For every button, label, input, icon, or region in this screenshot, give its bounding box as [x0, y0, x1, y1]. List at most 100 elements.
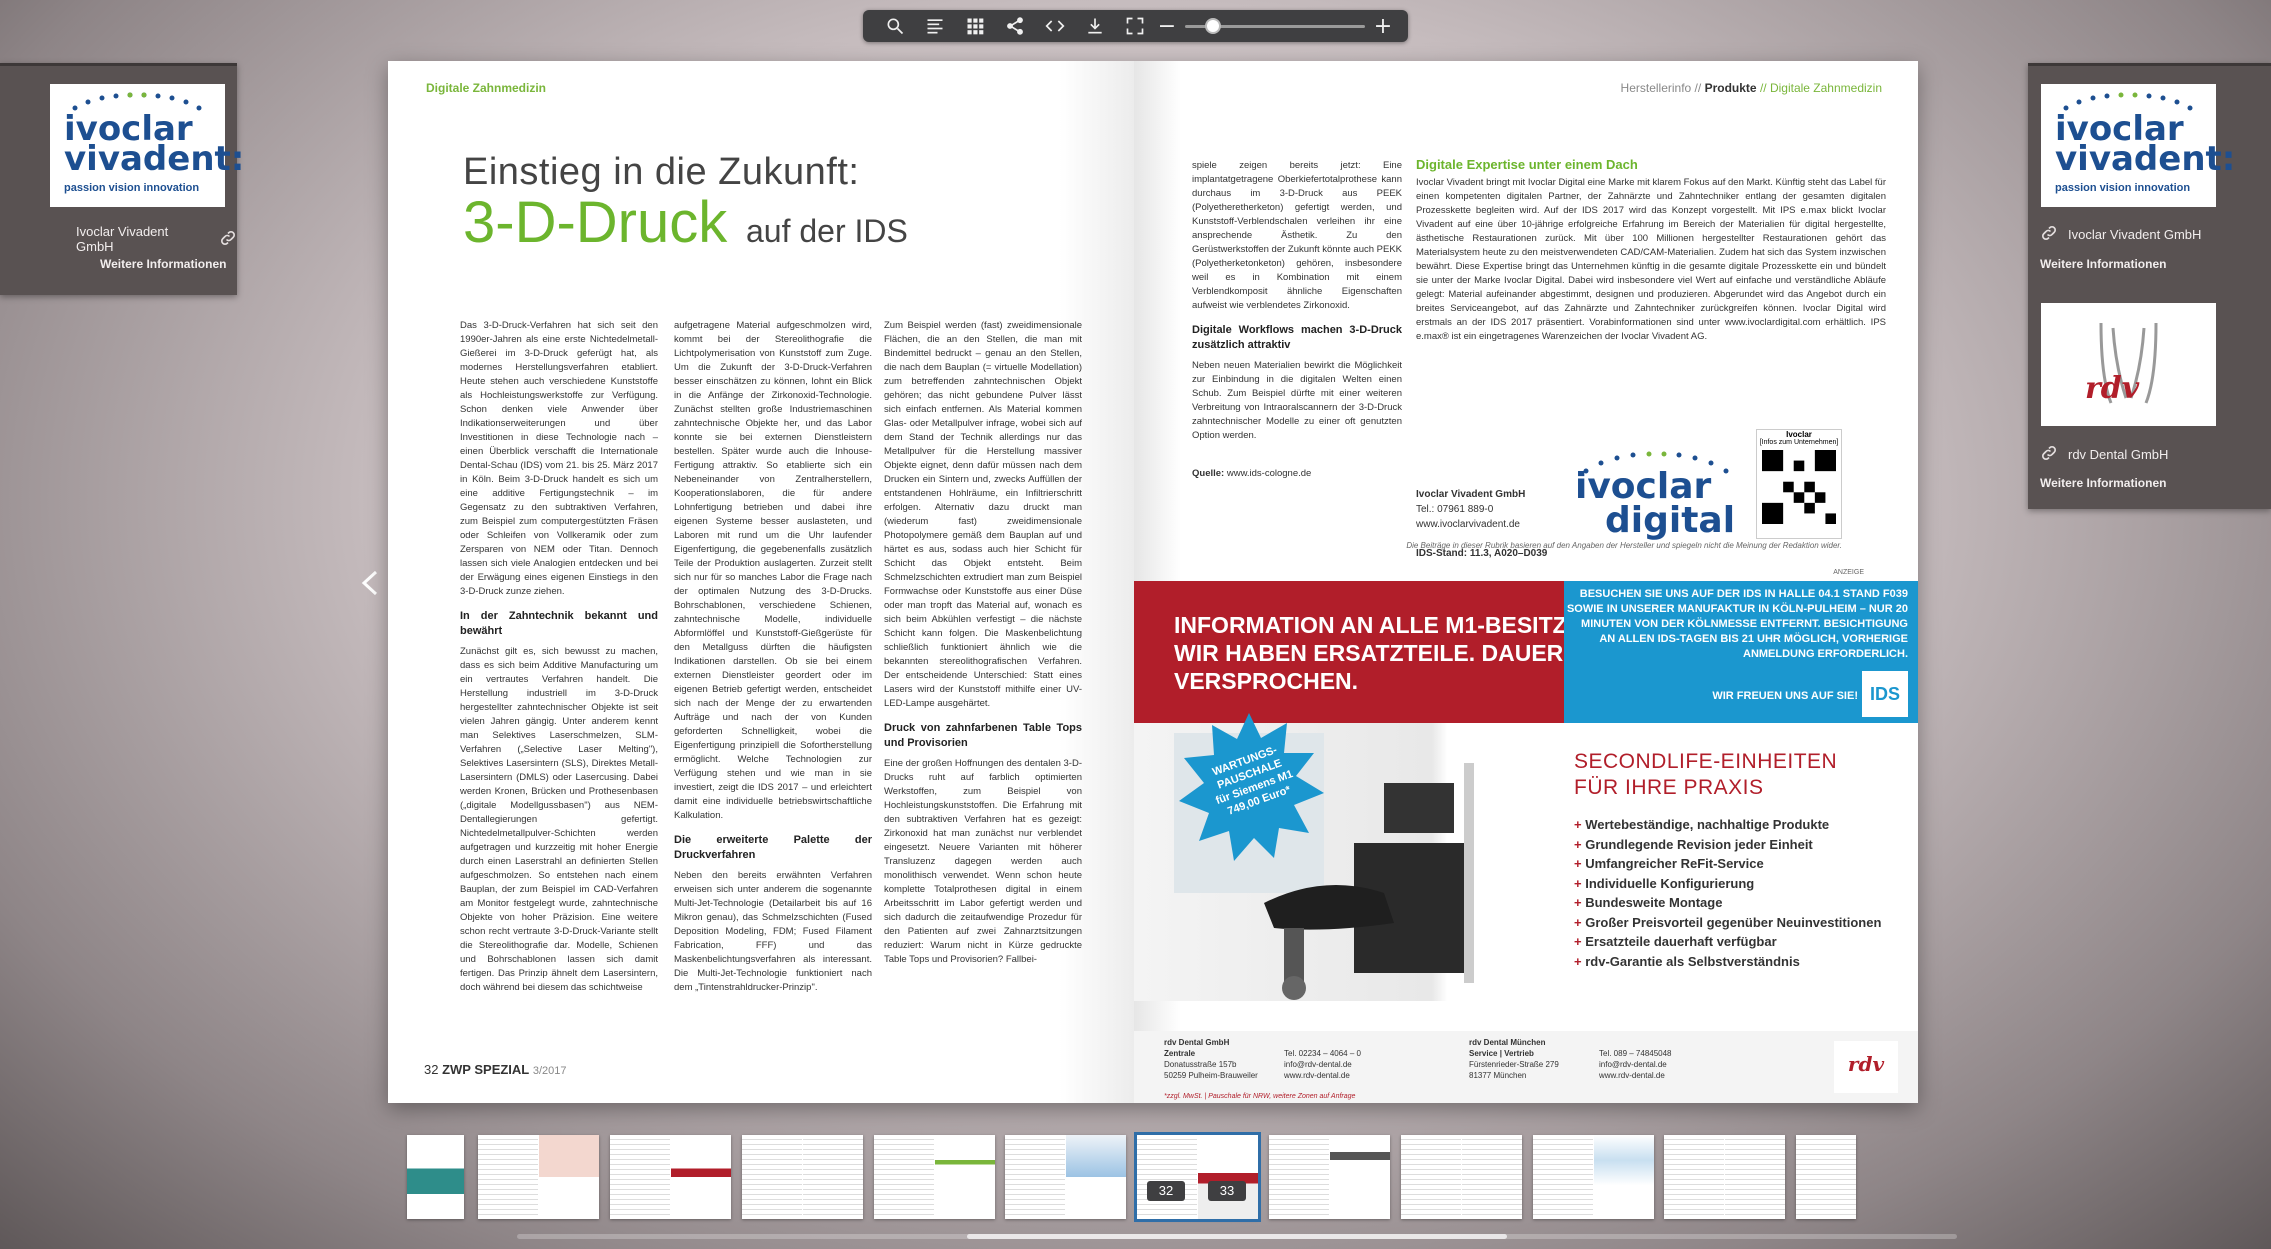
thumbnail-page: [539, 1135, 599, 1219]
address-headquarters: rdv Dental GmbH Zentrale Donatusstraße 1…: [1164, 1037, 1258, 1081]
address-line: Fürstenrieder-Straße 279: [1469, 1060, 1559, 1069]
thumbnail-page: [1066, 1135, 1126, 1219]
page-thumbnail-strip: 32 33: [0, 1113, 2271, 1222]
address-line: rdv Dental München: [1469, 1038, 1546, 1047]
source-label: Quelle:: [1192, 468, 1225, 479]
thumbnail-page: [610, 1135, 670, 1219]
zoom-out-button[interactable]: −: [1155, 14, 1179, 39]
grid-button[interactable]: [955, 10, 995, 42]
address-line: rdv Dental GmbH: [1164, 1038, 1230, 1047]
thumbnail-scrollbar[interactable]: [517, 1234, 1957, 1239]
company-name: Ivoclar Vivadent GmbH: [2068, 227, 2202, 242]
download-icon: [1088, 18, 1102, 34]
magazine-name: ZWP SPEZIAL: [442, 1062, 530, 1077]
paragraph: aufgetragene Material aufgeschmolzen wir…: [674, 320, 872, 821]
zoom-slider-handle[interactable]: [1205, 18, 1221, 34]
thumbnail[interactable]: [478, 1135, 599, 1219]
page-number: 32: [424, 1062, 439, 1077]
toc-button[interactable]: [915, 10, 955, 42]
thumbnail-page: [1269, 1135, 1329, 1219]
logo-word-vivadent: vivadent:: [64, 139, 245, 179]
thumbnail[interactable]: [1401, 1135, 1522, 1219]
zoom-slider[interactable]: [1185, 10, 1365, 42]
embed-icon: [1045, 20, 1065, 32]
contact-munich: Tel. 089 – 74845048 info@rdv-dental.de w…: [1599, 1048, 1672, 1081]
paragraph: Eine der großen Hoffnungen des dentalen …: [884, 758, 1082, 965]
article-continuation-column: spiele zeigen bereits jetzt: Eine implan…: [1192, 159, 1402, 579]
thumbnail-page: [1462, 1135, 1522, 1219]
thumbnail[interactable]: [407, 1135, 464, 1219]
left-company-row[interactable]: Ivoclar Vivadent GmbH: [76, 224, 237, 254]
right-company-row-ivoclar[interactable]: Ivoclar Vivadent GmbH: [2040, 224, 2201, 245]
company-name: Ivoclar Vivadent GmbH: [76, 224, 169, 254]
page-number-badge: 33: [1208, 1181, 1246, 1201]
page-32[interactable]: Digitale Zahnmedizin Einstieg in die Zuk…: [388, 61, 1134, 1103]
embed-button[interactable]: [1035, 10, 1075, 42]
contact-line: www.rdv-dental.de: [1599, 1071, 1665, 1080]
ivoclar-vivadent-logo[interactable]: ivoclar vivadent: passion vision innovat…: [50, 84, 244, 207]
page-header: Herstellerinfo // Produkte // Digitale Z…: [1621, 81, 1882, 95]
scrollbar-thumb[interactable]: [967, 1234, 1507, 1239]
link-icon: [2040, 224, 2058, 245]
thumbnail[interactable]: [1664, 1135, 1785, 1219]
logo-word-digital: digital: [1605, 500, 1736, 541]
paragraph: Neben neuen Materialien bewirkt die Mögl…: [1192, 360, 1402, 441]
thumbnail[interactable]: [1533, 1135, 1654, 1219]
ids-visit-cta: WIR FREUEN UNS AUF SIE!: [1712, 690, 1858, 702]
maintenance-starburst: WARTUNGS- PAUSCHALE für Siemens M1 749,0…: [1174, 713, 1324, 863]
link-icon: [219, 229, 237, 250]
thumbnail-page: [1137, 1135, 1197, 1219]
box-title: Digitale Expertise unter einem Dach: [1416, 157, 1638, 172]
fullscreen-button[interactable]: [1115, 10, 1155, 42]
link-icon: [2040, 444, 2058, 465]
page-33[interactable]: Herstellerinfo // Produkte // Digitale Z…: [1134, 61, 1918, 1103]
address-line: 50259 Pulheim-Brauweiler: [1164, 1071, 1258, 1080]
rdv-dental-logo[interactable]: rdv: [2041, 303, 2216, 426]
ad-subtitle-line: SECONDLIFE-EINHEITEN: [1574, 750, 1838, 773]
qr-code-block[interactable]: Ivoclar [Infos zum Unternehmen]: [1756, 429, 1842, 539]
thumbnail-page: [671, 1135, 731, 1219]
source-link[interactable]: www.ids-cologne.de: [1227, 468, 1312, 479]
thumbnail[interactable]: [1005, 1135, 1126, 1219]
subheading: In der Zahntechnik bekannt und bewährt: [460, 610, 658, 637]
ad-headline-line: INFORMATION AN ALLE M1-BESITZER:: [1174, 612, 1607, 638]
thumbnail-page: [1594, 1135, 1654, 1219]
disclaimer: Die Beiträge in dieser Rubrik basieren a…: [1406, 541, 1842, 550]
previous-page-button[interactable]: [358, 568, 382, 598]
more-info-link[interactable]: Weitere Informationen: [2040, 476, 2166, 490]
more-info-link[interactable]: Weitere Informationen: [2040, 257, 2166, 271]
ad-subtitle-line: FÜR IHRE PRAXIS: [1574, 776, 1764, 799]
list-item: Umfangreicher ReFit-Service: [1574, 854, 1881, 874]
rdv-tooth-graphic: [2099, 322, 2158, 404]
price-footnote: *zzgl. MwSt. | Pauschale für NRW, weiter…: [1164, 1093, 1356, 1100]
qr-subtitle: [Infos zum Unternehmen]: [1759, 439, 1839, 446]
ivoclar-vivadent-logo[interactable]: ivoclar vivadent: passion vision innovat…: [2041, 84, 2235, 207]
download-button[interactable]: [1075, 10, 1115, 42]
list-item: Wertebeständige, nachhaltige Produkte: [1574, 815, 1881, 835]
zoom-in-button[interactable]: +: [1371, 14, 1395, 39]
right-company-row-rdv[interactable]: rdv Dental GmbH: [2040, 444, 2168, 465]
article-column-1: Das 3-D-Druck-Verfahren hat sich seit de…: [460, 319, 658, 1049]
thumbnail[interactable]: [1796, 1135, 1856, 1219]
contact-name: Ivoclar Vivadent GmbH: [1416, 489, 1526, 500]
thumbnail[interactable]: [874, 1135, 995, 1219]
thumbnail-page: [874, 1135, 934, 1219]
thumbnail[interactable]: [742, 1135, 863, 1219]
more-info-link[interactable]: Weitere Informationen: [100, 257, 226, 271]
thumbnail[interactable]: [1269, 1135, 1390, 1219]
paragraph: spiele zeigen bereits jetzt: Eine implan…: [1192, 160, 1402, 311]
list-item: Individuelle Konfigurierung: [1574, 874, 1881, 894]
header-section: Produkte: [1704, 81, 1757, 95]
ad-headline-line: WIR HABEN ERSATZTEILE. DAUERHAFT.: [1174, 640, 1629, 666]
thumbnail-current[interactable]: [1134, 1132, 1261, 1222]
list-item: Ersatzteile dauerhaft verfügbar: [1574, 932, 1881, 952]
subheading: Digitale Workflows machen 3-D-Druck zusä…: [1192, 324, 1402, 351]
address-line: Donatusstraße 157b: [1164, 1060, 1237, 1069]
share-button[interactable]: [995, 10, 1035, 42]
contact-website[interactable]: www.ivoclarvivadent.de: [1416, 517, 1547, 532]
subheading: Die erweiterte Palette der Druckverfahre…: [674, 834, 872, 861]
rdv-ad-footer: rdv Dental GmbH Zentrale Donatusstraße 1…: [1134, 1031, 1918, 1103]
contact-line: Tel. 02234 – 4064 – 0: [1284, 1049, 1361, 1058]
thumbnail[interactable]: [610, 1135, 731, 1219]
search-button[interactable]: [875, 10, 915, 42]
